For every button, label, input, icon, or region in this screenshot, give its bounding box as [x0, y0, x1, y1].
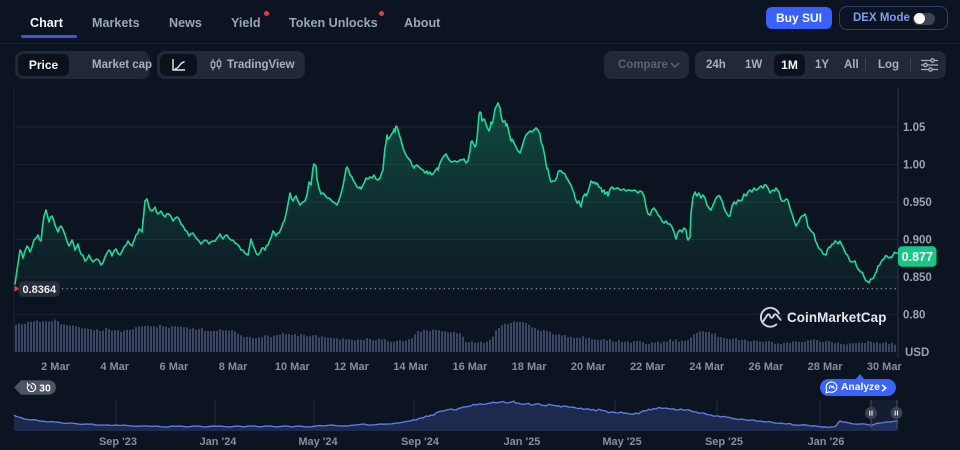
svg-text:16 Mar: 16 Mar: [452, 361, 488, 373]
svg-text:28 Mar: 28 Mar: [808, 361, 844, 373]
svg-text:30 Mar: 30 Mar: [867, 361, 903, 373]
svg-text:Jan '24: Jan '24: [200, 436, 238, 448]
svg-text:12 Mar: 12 Mar: [334, 361, 370, 373]
svg-text:26 Mar: 26 Mar: [748, 361, 784, 373]
svg-text:0.850: 0.850: [903, 272, 932, 284]
svg-text:0.877: 0.877: [902, 250, 933, 264]
svg-text:May '25: May '25: [602, 436, 641, 448]
svg-text:4 Mar: 4 Mar: [100, 361, 129, 373]
svg-text:14 Mar: 14 Mar: [393, 361, 429, 373]
svg-text:Jan '26: Jan '26: [808, 436, 845, 448]
svg-text:8 Mar: 8 Mar: [219, 361, 248, 373]
svg-text:1.00: 1.00: [903, 160, 925, 172]
svg-text:0.950: 0.950: [903, 197, 932, 209]
svg-text:CoinMarketCap: CoinMarketCap: [787, 310, 887, 325]
svg-text:1.05: 1.05: [903, 122, 926, 134]
svg-text:0.8364: 0.8364: [22, 284, 57, 296]
svg-text:22 Mar: 22 Mar: [630, 361, 666, 373]
svg-text:30: 30: [39, 383, 51, 395]
svg-text:0.80: 0.80: [903, 310, 925, 322]
svg-text:Sep '24: Sep '24: [401, 436, 440, 448]
svg-text:18 Mar: 18 Mar: [512, 361, 548, 373]
svg-text:Sep '25: Sep '25: [705, 436, 743, 448]
svg-text:10 Mar: 10 Mar: [275, 361, 311, 373]
svg-text:2 Mar: 2 Mar: [41, 361, 70, 373]
svg-text:Sep '23: Sep '23: [99, 436, 137, 448]
svg-text:Jan '25: Jan '25: [504, 436, 541, 448]
svg-text:20 Mar: 20 Mar: [571, 361, 607, 373]
svg-text:24 Mar: 24 Mar: [689, 361, 725, 373]
svg-text:0.900: 0.900: [903, 235, 932, 247]
svg-text:6 Mar: 6 Mar: [160, 361, 189, 373]
svg-text:USD: USD: [905, 347, 929, 359]
svg-text:May '24: May '24: [298, 436, 338, 448]
